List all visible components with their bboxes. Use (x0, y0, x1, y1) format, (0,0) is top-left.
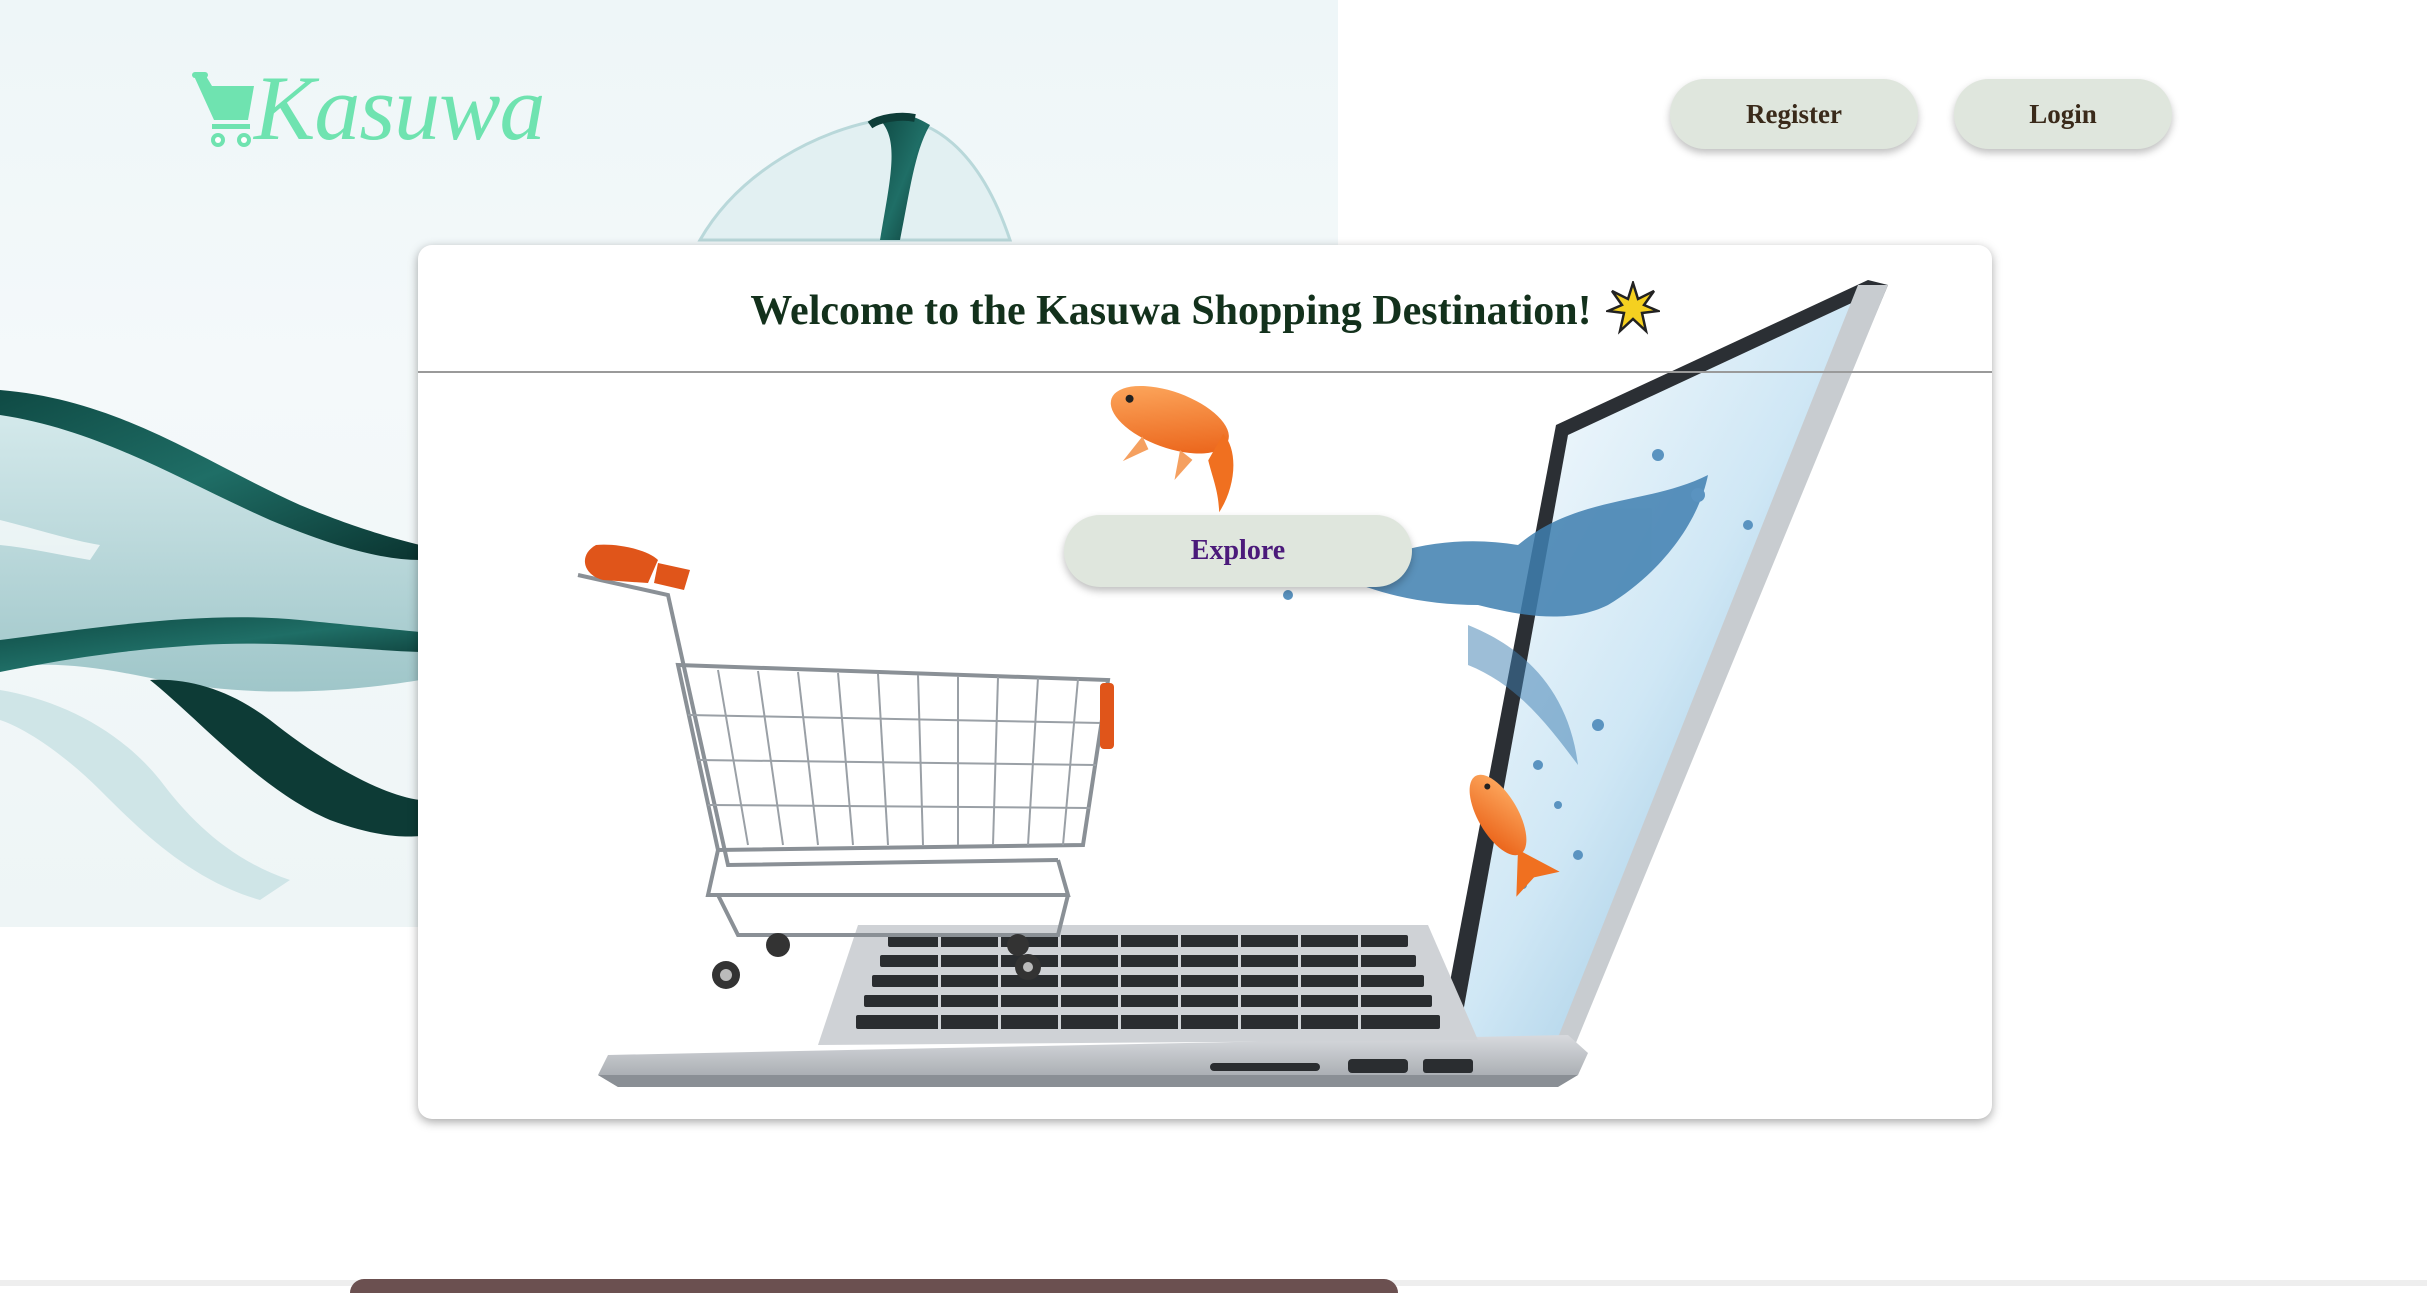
explore-button[interactable]: Explore (1064, 515, 1412, 587)
hero-card: Welcome to the Kasuwa Shopping Destinati… (418, 245, 1992, 1119)
logo-text: Kasuwa (254, 57, 546, 159)
login-button[interactable]: Login (1954, 79, 2172, 149)
page-title: Welcome to the Kasuwa Shopping Destinati… (750, 288, 1592, 334)
next-section-card-edge (350, 1279, 1398, 1293)
register-button[interactable]: Register (1670, 79, 1918, 149)
star-icon (1605, 281, 1660, 335)
hero-header: Welcome to the Kasuwa Shopping Destinati… (418, 245, 1992, 373)
logo[interactable]: Kasuwa (190, 57, 546, 159)
hero-image (577, 280, 1888, 1087)
shopping-cart-icon (192, 72, 254, 147)
